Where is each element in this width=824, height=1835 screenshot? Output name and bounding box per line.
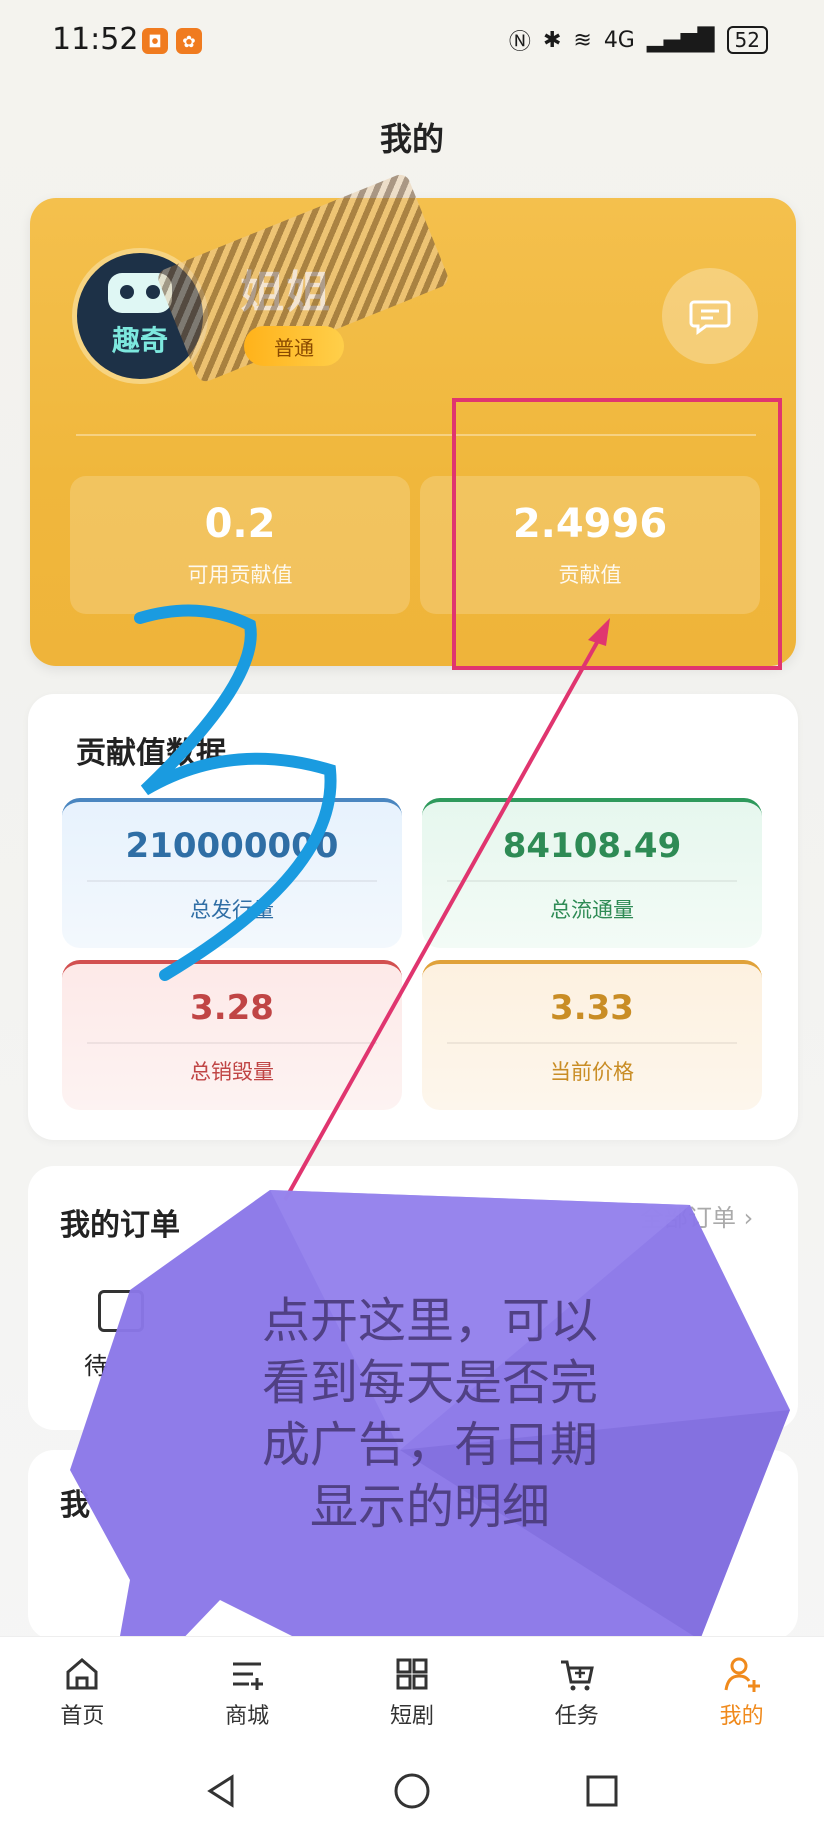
cart-icon (560, 1660, 594, 1691)
back-icon[interactable] (202, 1771, 242, 1811)
recents-icon[interactable] (582, 1771, 622, 1811)
list-icon (233, 1662, 264, 1690)
annotation-overlay (70, 604, 790, 1720)
nav-label: 首页 (60, 1704, 105, 1729)
home-circle-icon[interactable] (392, 1771, 432, 1811)
grid-icon (396, 1658, 428, 1690)
nav-tasks[interactable]: 任务 (517, 1654, 637, 1730)
bubble-line: 显示的明细 (309, 1479, 550, 1535)
nav-short-drama[interactable]: 短剧 (352, 1654, 472, 1730)
nav-label: 任务 (554, 1704, 599, 1729)
nav-mall[interactable]: 商城 (187, 1654, 307, 1730)
bottom-nav: 首页 商城 短剧 任务 我的 (0, 1636, 824, 1747)
nav-home[interactable]: 首页 (22, 1654, 142, 1730)
annotation-scribble (134, 604, 337, 981)
bubble-line: 看到每天是否完 (261, 1355, 598, 1411)
nav-label: 短剧 (389, 1704, 434, 1729)
system-nav-bar (0, 1746, 824, 1835)
annotation-bubble-text: 点开这里，可以 看到每天是否完 成广告，有日期 显示的明细 (190, 1290, 670, 1538)
home-icon (66, 1658, 98, 1690)
annotation-arrow-head (588, 618, 610, 646)
bubble-line: 点开这里，可以 (261, 1293, 598, 1349)
user-add-icon (724, 1657, 760, 1692)
nav-mine[interactable]: 我的 (682, 1654, 802, 1730)
nav-label: 商城 (225, 1704, 270, 1729)
bubble-line: 成广告，有日期 (261, 1417, 598, 1473)
annotation-arrow (283, 629, 606, 1201)
nav-label: 我的 (719, 1704, 764, 1729)
